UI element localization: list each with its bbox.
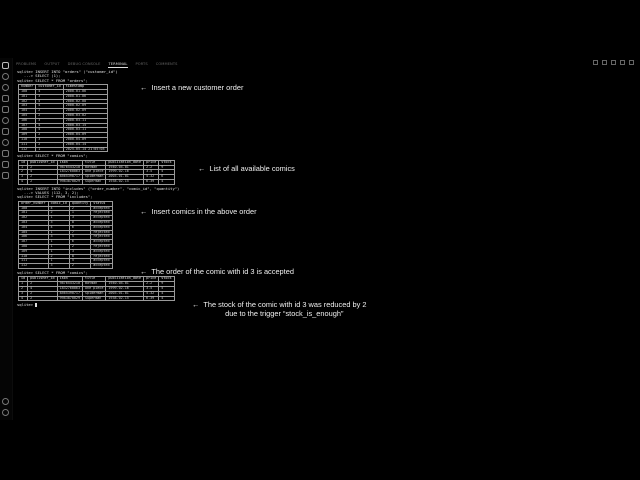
table-cell: Superman xyxy=(82,178,107,185)
left-arrow-icon: ← xyxy=(198,164,206,173)
orders-table: number customer_id timestamp 100 4 2000-01-06… xyxy=(17,84,108,153)
docker-icon[interactable] xyxy=(2,150,9,157)
extensions-icon[interactable] xyxy=(2,106,9,113)
account-icon[interactable] xyxy=(2,398,9,405)
extension-panel-icon[interactable] xyxy=(2,161,9,168)
settings-icon[interactable] xyxy=(2,409,9,416)
annotation-text: The order of the comic with id 3 is acce… xyxy=(151,267,294,276)
left-arrow-icon: ← xyxy=(140,207,148,216)
table-cell: 112 xyxy=(17,146,37,153)
files-icon[interactable] xyxy=(2,62,9,69)
panel-actions xyxy=(593,60,634,65)
table-row: 112 3 2 accepted xyxy=(18,263,113,270)
table-row: 4 2 9983870029 Superman 1938-02-15 6.39 4 xyxy=(17,295,175,302)
search-icon[interactable] xyxy=(2,73,9,80)
new-terminal-icon[interactable] xyxy=(593,60,598,65)
table-row: 112 1 2025-05-14 21:05:08 xyxy=(17,146,108,153)
annotation-insert-order: ← Insert a new customer order xyxy=(140,83,243,92)
column-header: publisher_id xyxy=(27,276,58,283)
comics-table: id publisher_id isbn title publication_date p… xyxy=(17,159,175,185)
left-arrow-icon: ← xyxy=(140,83,148,92)
annotation-text: The stock of the comic with id 3 was red… xyxy=(203,300,367,309)
database-icon[interactable] xyxy=(2,139,9,146)
annotation-list-comics: ← List of all available comics xyxy=(198,164,295,173)
panel-tab-bar: PROBLEMS OUTPUT DEBUG CONSOLE TERMINAL P… xyxy=(16,60,178,68)
table-cell: accepted xyxy=(90,263,113,270)
annotation-text: List of all available comics xyxy=(209,164,295,173)
left-arrow-icon: ← xyxy=(192,300,200,309)
tab-ports[interactable]: PORTS xyxy=(136,61,148,67)
activity-bar xyxy=(0,58,13,420)
annotation-text-line2: due to the trigger “stock_is_enough” xyxy=(225,309,344,318)
annotation-stock-reduced: ← The stock of the comic with id 3 was re… xyxy=(192,300,366,318)
source-control-icon[interactable] xyxy=(2,84,9,91)
table-row: 4 2 9983870029 Superman 1938-02-15 6.39 4 xyxy=(17,178,175,185)
testing-icon[interactable] xyxy=(2,128,9,135)
tab-output[interactable]: OUTPUT xyxy=(44,61,59,67)
table-cell: 1 xyxy=(35,146,64,153)
table-cell: 9983870029 xyxy=(56,178,84,185)
prompt-text: sqlite> xyxy=(17,302,36,308)
table-cell: Superman xyxy=(82,295,107,302)
terminal[interactable]: sqlite> INSERT INTO "orders" ("customer_… xyxy=(17,69,347,330)
more-actions-icon[interactable] xyxy=(611,60,616,65)
table-cell: 2025-05-14 21:05:08 xyxy=(62,146,108,153)
terminal-cursor xyxy=(35,303,38,308)
table-cell: 3 xyxy=(47,263,70,270)
remote-icon[interactable] xyxy=(2,117,9,124)
tab-debug-console[interactable]: DEBUG CONSOLE xyxy=(68,61,101,67)
terminal-line: sqlite> SELECT * FROM "includes"; xyxy=(17,194,93,200)
column-header: publisher_id xyxy=(27,159,58,166)
table-cell: 1938-02-15 xyxy=(105,295,145,302)
tab-problems[interactable]: PROBLEMS xyxy=(16,61,36,67)
notebook-icon[interactable] xyxy=(2,172,9,179)
table-cell: 2 xyxy=(27,295,58,302)
terminal-line: sqlite> SELECT * FROM "comics"; xyxy=(17,153,88,159)
table-cell: 2 xyxy=(68,263,92,270)
close-panel-icon[interactable] xyxy=(629,60,634,65)
split-terminal-icon[interactable] xyxy=(602,60,607,65)
tab-comments[interactable]: COMMENTS xyxy=(156,61,178,67)
includes-table: order_number comic_id quantity status 100 4 2 a… xyxy=(18,200,113,270)
table-cell: 4 xyxy=(158,178,175,185)
table-cell: 6.39 xyxy=(143,295,160,302)
table-cell: 4 xyxy=(17,178,29,185)
comics-table-updated: id publisher_id isbn title publication_date p… xyxy=(17,276,175,302)
table-cell: 6.39 xyxy=(143,178,160,185)
annotation-text: Insert a new customer order xyxy=(151,83,244,92)
annotation-text: Insert comics in the above order xyxy=(151,207,257,216)
annotation-order-accepted: ← The order of the comic with id 3 is acc… xyxy=(140,267,294,276)
left-arrow-icon: ← xyxy=(140,267,148,276)
table-cell: 9983870029 xyxy=(56,295,84,302)
screen: PROBLEMS OUTPUT DEBUG CONSOLE TERMINAL P… xyxy=(0,0,640,480)
maximize-panel-icon[interactable] xyxy=(620,60,625,65)
tab-terminal[interactable]: TERMINAL xyxy=(108,61,128,68)
table-cell: 4 xyxy=(158,295,175,302)
table-cell: 4 xyxy=(17,295,29,302)
table-cell: 112 xyxy=(18,263,49,270)
table-cell: 2 xyxy=(27,178,58,185)
table-cell: 1938-02-15 xyxy=(105,178,145,185)
run-debug-icon[interactable] xyxy=(2,95,9,102)
annotation-insert-comics: ← Insert comics in the above order xyxy=(140,207,257,216)
